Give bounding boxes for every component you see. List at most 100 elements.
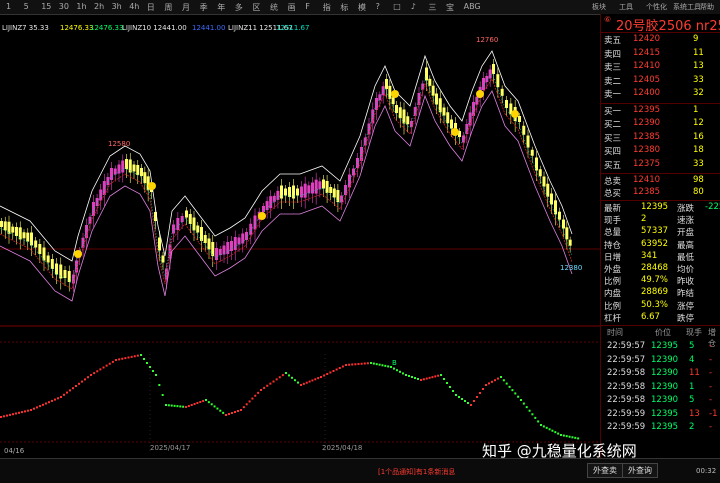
toolbar-item[interactable]: 指 — [323, 2, 331, 13]
candle-body — [50, 259, 54, 269]
candle-body — [161, 255, 165, 263]
toolbar-item[interactable]: 区 — [252, 2, 260, 13]
contract-badge-icon: ⑥ — [604, 15, 612, 24]
ask-row[interactable]: 卖三 12410 13 — [601, 61, 720, 73]
ask-row[interactable]: 卖四 12415 11 — [601, 48, 720, 60]
candle-body — [203, 235, 207, 243]
candle-body — [30, 232, 33, 246]
toolbar-item[interactable]: 5 — [24, 2, 29, 11]
stat-label: 现手 — [604, 216, 622, 227]
oscillator-mark — [140, 354, 142, 356]
tick-time: 22:59:57 — [607, 354, 646, 365]
oscillator-mark — [414, 377, 416, 379]
toolbar-menu-item[interactable]: 工具 — [619, 2, 633, 12]
toolbar-item[interactable]: 季 — [200, 2, 208, 13]
candle-body — [318, 181, 322, 190]
toolbar-menu-item[interactable]: 个性化 — [646, 2, 667, 12]
tick-price: 12390 — [651, 381, 679, 392]
oscillator-mark — [260, 389, 262, 391]
toolbar-item[interactable]: 模 — [358, 2, 366, 13]
oscillator-mark — [375, 363, 378, 366]
oscillator-mark — [45, 402, 47, 405]
signal-label: B — [392, 359, 397, 367]
bid-row[interactable]: 买四 12380 18 — [601, 145, 720, 157]
candle-body — [431, 85, 435, 96]
candle-body — [550, 193, 553, 205]
oscillator-mark — [257, 391, 260, 394]
toolbar-item[interactable]: 3h — [112, 2, 122, 11]
candle-body — [363, 137, 367, 146]
notice-text[interactable]: [1个品通知]有1条新消息 — [378, 467, 455, 477]
toolbar-item[interactable]: ♪ — [411, 2, 416, 11]
bid-row[interactable]: 买三 12385 16 — [601, 132, 720, 144]
bid-volume: 12 — [693, 118, 704, 128]
stat-value: 57337 — [641, 226, 669, 237]
toolbar-item[interactable]: ABG — [464, 2, 481, 11]
toolbar-item[interactable]: 日 — [147, 2, 155, 13]
ask-row[interactable]: 卖五 12420 9 — [601, 34, 720, 46]
candle-body — [237, 237, 241, 245]
stat-value: 49.7% — [641, 275, 669, 286]
oscillator-mark — [57, 397, 59, 400]
toolbar-item[interactable]: F — [305, 2, 310, 11]
toolbar-item[interactable]: 1h — [76, 2, 86, 11]
candle-body — [378, 94, 382, 101]
oscillator-mark — [121, 357, 124, 360]
ask-row[interactable]: 卖二 12405 33 — [601, 75, 720, 87]
toolbar-item[interactable]: 2h — [94, 2, 104, 11]
outside-query-button[interactable]: 外查询 — [622, 463, 658, 478]
oscillator-mark — [476, 396, 478, 398]
oscillator-mark — [560, 434, 562, 436]
kline-chart[interactable]: 12580 12760 12380 2025/04/17 2025/04/18 B — [0, 14, 600, 458]
toolbar-item[interactable]: 三 — [428, 2, 436, 13]
toolbar-item[interactable]: 30 — [59, 2, 69, 11]
toolbar-item[interactable]: ? — [376, 2, 380, 11]
oscillator-mark — [213, 405, 216, 408]
stat-label: 杠杆 — [604, 313, 622, 324]
ask-row[interactable]: 卖一 12400 32 — [601, 88, 720, 100]
bid-row[interactable]: 买一 12395 1 — [601, 105, 720, 117]
tick-change: - — [709, 422, 713, 432]
oscillator-mark — [511, 389, 514, 392]
toolbar-item[interactable]: 周 — [164, 2, 172, 13]
oscillator-mark — [242, 406, 245, 409]
toolbar-item[interactable]: 1 — [6, 2, 11, 11]
panel-separator — [601, 325, 720, 326]
candle-body — [140, 168, 143, 176]
toolbar-item[interactable]: □ — [393, 2, 401, 11]
bid-row[interactable]: 买二 12390 12 — [601, 118, 720, 130]
oscillator-mark — [219, 409, 222, 412]
outside-buy-button[interactable]: 外查卖 — [587, 463, 623, 478]
candle-body — [42, 247, 46, 261]
oscillator-mark — [118, 358, 121, 361]
toolbar-item[interactable]: 15 — [41, 2, 51, 11]
toolbar-item[interactable]: 画 — [288, 2, 296, 13]
toolbar-item[interactable]: 年 — [217, 2, 225, 13]
stat-row: 比例 50.3% 涨停 — [601, 300, 720, 312]
stat-value: -225 — [705, 202, 720, 212]
toolbar-menu-item[interactable]: 板块 — [592, 2, 606, 12]
oscillator-mark — [54, 398, 56, 401]
toolbar-item[interactable]: 月 — [182, 2, 190, 13]
toolbar-item[interactable]: 统 — [270, 2, 278, 13]
oscillator-mark — [520, 399, 522, 401]
toolbar-menu-item[interactable]: 帮助 — [700, 2, 714, 12]
candle-body — [352, 168, 355, 176]
contract-header[interactable]: ⑥ 20号胶2506 nr25 — [601, 14, 720, 34]
signal-dot — [476, 90, 484, 98]
oscillator-mark — [6, 414, 8, 417]
oscillator-mark — [525, 406, 528, 409]
oscillator-mark — [87, 376, 89, 379]
toolbar-item[interactable]: 宝 — [446, 2, 454, 13]
tick-change: - — [709, 368, 713, 378]
bid-row[interactable]: 买五 12375 33 — [601, 159, 720, 171]
toolbar-item[interactable]: 多 — [235, 2, 243, 13]
candle-body — [46, 255, 50, 263]
toolbar-menu-item[interactable]: 系统工具 — [673, 2, 701, 12]
stat-row: 比例 49.7% 昨收 — [601, 275, 720, 287]
candle-body — [425, 67, 428, 81]
toolbar-item[interactable]: 标 — [340, 2, 348, 13]
toolbar-item[interactable]: 4h — [129, 2, 139, 11]
oscillator-mark — [425, 377, 428, 380]
tick-change: - — [709, 381, 713, 392]
